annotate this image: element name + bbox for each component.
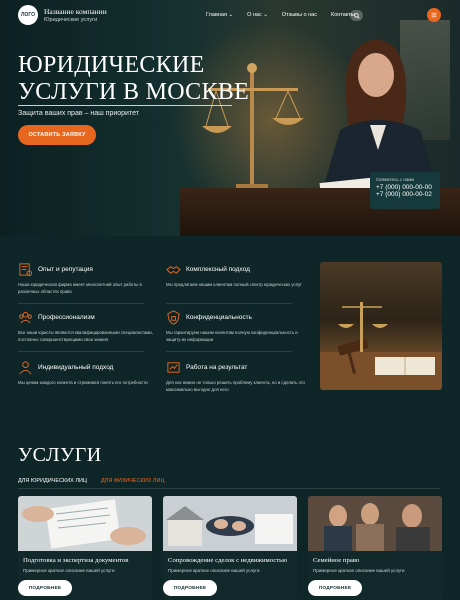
feature-title: Опыт и репутация	[38, 266, 93, 273]
company-subtitle: Юридические услуги	[44, 17, 98, 23]
person-icon	[19, 361, 32, 375]
shield-icon	[167, 310, 180, 325]
target-icon	[167, 362, 180, 373]
card-title: Сопровождение сделок с недвижимостью	[168, 557, 288, 564]
company-block: Название компании Юридические услуги	[44, 7, 107, 23]
documents-image	[18, 496, 152, 551]
hero-title-line2: УСЛУГИ В МОСКВЕ	[18, 79, 250, 105]
phone-1[interactable]: +7 (000) 000-00-00	[376, 184, 434, 191]
menu-item-about[interactable]: О нас ⌄	[247, 12, 268, 18]
card-title: Семейное право	[313, 557, 360, 564]
navbar: ЛОГО Название компании Юридические услуг…	[0, 0, 460, 32]
card-title: Подготовка и экспертиза документов	[23, 557, 129, 564]
handshake-icon	[166, 266, 181, 274]
hero-subtitle: Защита ваших прав – наш приоритет	[18, 110, 139, 117]
card-desc: Примерное краткое описание вашей услуги	[313, 568, 405, 573]
card-desc: Примерное краткое описание вашей услуги	[168, 568, 260, 573]
feature-title: Комплексный подход	[186, 266, 250, 273]
menu-icon	[431, 12, 437, 18]
company-name: Название компании	[44, 7, 107, 16]
divider	[18, 351, 144, 352]
menu-item-home[interactable]: Главная ⌄	[206, 12, 233, 18]
certificate-icon	[19, 263, 33, 277]
hero-title-line1: ЮРИДИЧЕСКИЕ	[18, 52, 205, 78]
card-desc: Примерное краткое описание вашей услуги	[23, 568, 115, 573]
feature-desc: Наша юридическая фирма имеет многолетний…	[18, 282, 142, 294]
search-icon	[353, 12, 360, 19]
request-button[interactable]: ОСТАВИТЬ ЗАЯВКУ	[18, 125, 96, 145]
menu-button[interactable]	[427, 8, 441, 22]
tab-legal-entities[interactable]: ДЛЯ ЮРИДИЧЕСКИХ ЛИЦ	[18, 478, 87, 484]
service-card-real-estate[interactable]: Сопровождение сделок с недвижимостью При…	[163, 496, 297, 600]
more-button[interactable]: ПОДРОБНЕЕ	[18, 580, 72, 596]
feature-title: Конфиденциальность	[186, 314, 252, 321]
service-card-family-law[interactable]: Семейное право Примерное краткое описани…	[308, 496, 442, 600]
services-tabs: ДЛЯ ЮРИДИЧЕСКИХ ЛИЦ ДЛЯ ФИЗИЧЕСКИХ ЛИЦ	[18, 478, 165, 484]
contact-card: Свяжитесь с нами +7 (000) 000-00-00 +7 (…	[370, 172, 440, 209]
phone-2[interactable]: +7 (000) 000-00-02	[376, 191, 434, 198]
feature-desc: Все наши юристы являются квалифицированн…	[18, 330, 153, 342]
feature-title: Работа на результат	[186, 364, 248, 371]
search-button[interactable]	[350, 10, 363, 21]
family-law-image	[308, 496, 442, 551]
divider	[166, 303, 292, 304]
feature-title: Профессионализм	[38, 314, 95, 321]
divider	[166, 351, 292, 352]
more-button[interactable]: ПОДРОБНЕЕ	[163, 580, 217, 596]
hero-section: ЛОГО Название компании Юридические услуг…	[0, 0, 460, 236]
feature-title: Индивидуальный подход	[38, 364, 114, 371]
feature-desc: Мы ценим каждого клиента и стремимся пон…	[18, 380, 148, 385]
gavel-book-image	[320, 302, 442, 390]
justice-photo	[320, 262, 442, 390]
real-estate-image	[163, 496, 297, 551]
feature-desc: Мы гарантируем нашим клиентам полную кон…	[166, 330, 298, 342]
divider	[18, 303, 144, 304]
tabs-divider	[18, 488, 440, 489]
team-icon	[19, 311, 32, 324]
hero-title: ЮРИДИЧЕСКИЕ УСЛУГИ В МОСКВЕ	[18, 52, 249, 106]
logo[interactable]: ЛОГО	[18, 5, 38, 25]
service-card-documents[interactable]: Подготовка и экспертиза документов Приме…	[18, 496, 152, 600]
feature-desc: Для нас важно не только решить проблему …	[166, 380, 305, 392]
main-menu: Главная ⌄ О нас ⌄ Отзывы о нас Контакты	[206, 12, 369, 18]
more-button[interactable]: ПОДРОБНЕЕ	[308, 580, 362, 596]
services-title: УСЛУГИ	[18, 444, 102, 466]
contact-label: Свяжитесь с нами	[376, 177, 415, 182]
tab-individuals[interactable]: ДЛЯ ФИЗИЧЕСКИХ ЛИЦ	[101, 478, 165, 484]
feature-desc: Мы предлагаем нашим клиентам полный спек…	[166, 282, 302, 287]
menu-item-reviews[interactable]: Отзывы о нас	[282, 12, 317, 18]
hero-divider	[18, 105, 232, 106]
